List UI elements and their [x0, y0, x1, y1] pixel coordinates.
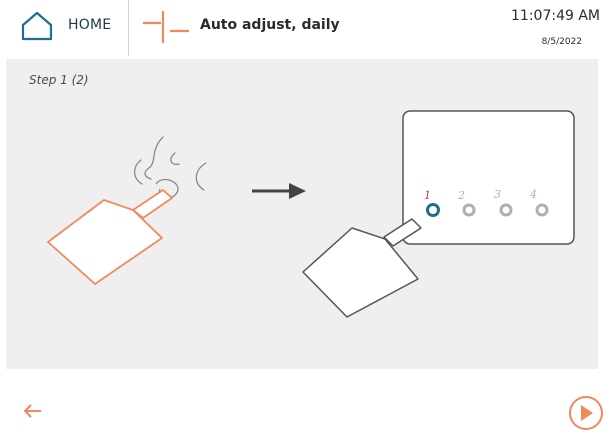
sensor-card-sniff-illustration	[47, 136, 207, 285]
slot-1-active	[426, 203, 440, 217]
slot-4	[535, 203, 549, 217]
device-illustration: 1 2 3 4	[302, 110, 575, 318]
position-label-4: 4	[529, 188, 537, 201]
slot-2	[462, 203, 476, 217]
position-label-2: 2	[457, 189, 465, 202]
back-button[interactable]	[22, 401, 44, 421]
arrow-left-icon	[24, 404, 41, 418]
next-button[interactable]	[568, 394, 604, 432]
play-icon	[569, 396, 603, 430]
instruction-illustration: 1 2 3 4	[47, 110, 575, 318]
position-label-1: 1	[424, 189, 431, 202]
position-label-3: 3	[494, 188, 501, 201]
slot-3	[499, 203, 513, 217]
arrow-right-icon	[252, 183, 306, 199]
